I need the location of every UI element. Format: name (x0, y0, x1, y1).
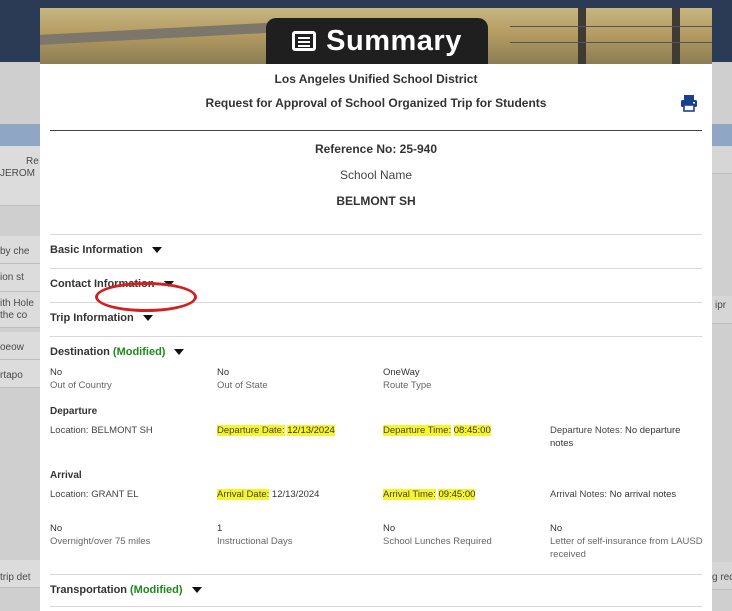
section-label: Basic Information (50, 244, 143, 256)
departure-date-label: Departure Date: (217, 425, 285, 436)
section-divider (50, 234, 702, 235)
departure-heading: Departure (50, 406, 98, 417)
header-divider (50, 130, 702, 131)
summary-modal: Summary Los Angeles Unified School Distr… (40, 8, 712, 611)
background-text: JEROM (0, 168, 35, 179)
field-value: OneWay (383, 367, 420, 378)
modified-badge: (Modified) (112, 346, 166, 358)
arrival-location: Location: GRANT EL (50, 489, 139, 500)
section-basic-information[interactable]: Basic Information (50, 244, 162, 256)
summary-list-icon (292, 31, 317, 51)
section-transportation[interactable]: Transportation (Modified) (50, 584, 202, 596)
departure-date: Departure Date: 12/13/2024 (217, 424, 335, 437)
arrival-heading: Arrival (50, 470, 82, 481)
departure-time-label: Departure Time: (383, 425, 452, 436)
arrival-date-value: 12/13/2024 (271, 489, 320, 500)
caret-down-icon (191, 587, 202, 593)
section-divider (50, 606, 702, 607)
arrival-date-label: Arrival Date: (217, 489, 270, 500)
background-text: trip det (0, 572, 31, 583)
section-label: Transportation (50, 584, 128, 596)
caret-down-icon (142, 315, 153, 321)
field-label: Out of State (217, 380, 268, 391)
section-divider (50, 574, 702, 575)
title-badge: Summary (266, 18, 488, 64)
field-label: Route Type (383, 380, 432, 391)
departure-notes-value: No departure (624, 425, 681, 436)
section-divider (50, 336, 702, 337)
field-label: Instructional Days (217, 536, 293, 547)
departure-time: Departure Time: 08:45:00 (383, 424, 491, 437)
background-text: oeow (0, 342, 24, 353)
photo-fence-post (672, 8, 680, 64)
section-trip-information[interactable]: Trip Information (50, 312, 153, 324)
field-value: No (217, 367, 230, 378)
section-destination[interactable]: Destination (Modified) (50, 346, 185, 358)
arrival-time-label: Arrival Time: (383, 489, 436, 500)
field-value: 1 (217, 523, 223, 534)
departure-time-value: 08:45:00 (453, 425, 491, 436)
request-title: Request for Approval of School Organized… (205, 96, 547, 110)
caret-down-icon (174, 349, 185, 355)
arrival-notes: Arrival Notes: No arrival notes (550, 488, 700, 501)
departure-notes: Departure Notes: No departure notes (550, 424, 700, 450)
field-value: No (50, 367, 63, 378)
section-divider (50, 268, 702, 269)
arrival-notes-value: No arrival notes (609, 489, 677, 500)
background-text: rtapo (0, 370, 23, 381)
departure-date-value: 12/13/2024 (287, 425, 335, 436)
annotation-circle (95, 282, 197, 312)
modified-badge: (Modified) (130, 584, 183, 596)
departure-notes-value-cont: notes (550, 438, 574, 449)
school-name: BELMONT SH (336, 194, 416, 208)
background-text: by che (0, 246, 30, 257)
instructional-days-field: 1 Instructional Days (217, 522, 293, 548)
out-of-state-field: No Out of State (217, 366, 268, 392)
photo-fence-wire (510, 26, 712, 27)
field-value: No (383, 523, 396, 534)
arrival-time-value: 09:45:00 (438, 489, 476, 500)
field-label: Out of Country (50, 380, 112, 391)
background-text: ipr (715, 300, 727, 311)
background-text: ion st (0, 272, 24, 283)
self-insurance-field: No Letter of self-insurance from LAUSD r… (550, 522, 705, 561)
arrival-time: Arrival Time: 09:45:00 (383, 488, 476, 501)
school-lunches-field: No School Lunches Required (383, 522, 492, 548)
photo-road (40, 21, 300, 45)
reference-number: Reference No: 25-940 (314, 142, 438, 156)
out-of-country-field: No Out of Country (50, 366, 112, 392)
field-label: Letter of self-insurance from LAUSD (550, 536, 703, 547)
field-label-cont: received (550, 549, 586, 560)
field-value: No (550, 523, 563, 534)
printer-icon[interactable] (680, 94, 698, 112)
field-label: School Lunches Required (383, 536, 492, 547)
background-text: ith Hole (0, 298, 34, 309)
field-label: Overnight/over 75 miles (50, 536, 151, 547)
modal-title: Summary (326, 24, 462, 57)
caret-down-icon (151, 247, 162, 253)
background-text: Re (26, 156, 39, 167)
background-row (710, 146, 732, 174)
school-name-label: School Name (339, 168, 413, 182)
arrival-date: Arrival Date: 12/13/2024 (217, 488, 319, 501)
background-text: g req (712, 572, 732, 583)
section-label: Trip Information (50, 312, 134, 324)
background-text: the co (0, 310, 28, 321)
field-value: No (50, 523, 63, 534)
section-label: Destination (50, 346, 110, 358)
departure-notes-label: Departure Notes: (550, 425, 623, 436)
arrival-notes-label: Arrival Notes: (550, 489, 608, 500)
departure-location: Location: BELMONT SH (50, 425, 153, 436)
photo-fence-wire (510, 42, 712, 43)
overnight-field: No Overnight/over 75 miles (50, 522, 150, 548)
photo-fence-post (578, 8, 586, 64)
route-type-field: OneWay Route Type (383, 366, 431, 392)
district-name: Los Angeles Unified School District (274, 72, 478, 86)
